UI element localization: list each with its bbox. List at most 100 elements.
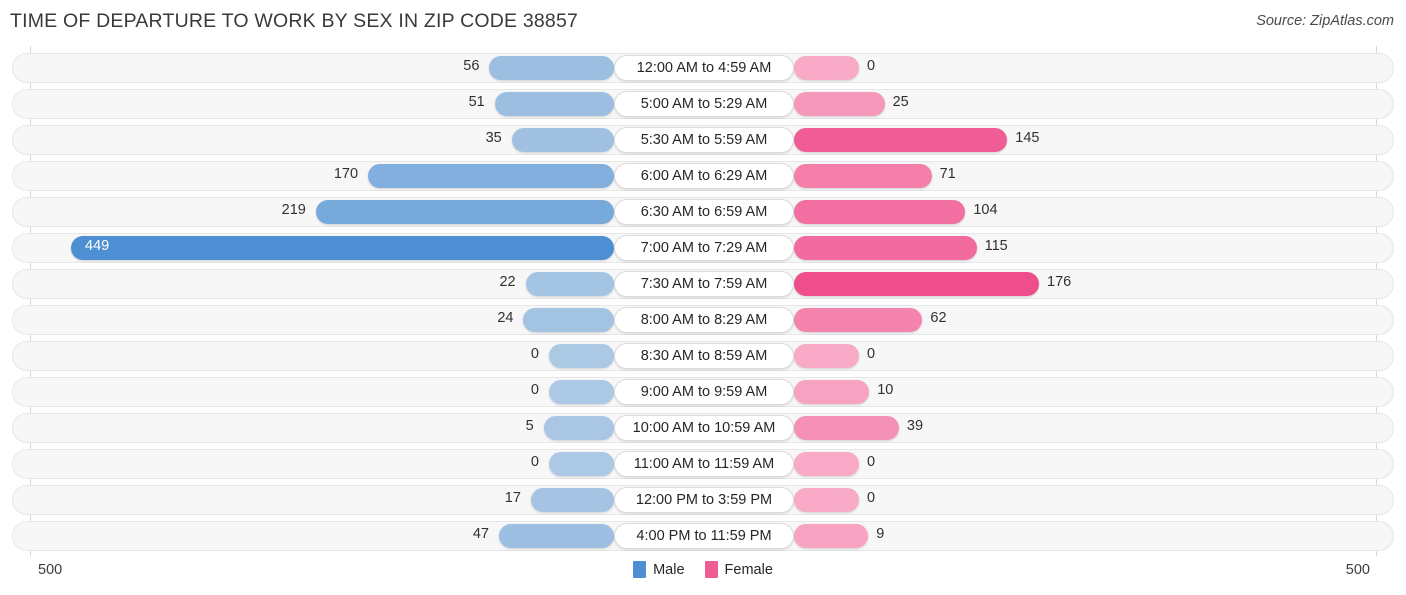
bar-female[interactable] (794, 164, 932, 188)
table-row[interactable]: 24 62 8:00 AM to 8:29 AM (12, 305, 1394, 335)
bar-female[interactable] (794, 272, 1039, 296)
bar-value-female: 0 (867, 58, 876, 74)
bar-female[interactable] (794, 488, 859, 512)
bar-value-male: 51 (468, 94, 485, 110)
category-label: 7:30 AM to 7:59 AM (640, 276, 768, 292)
bar-male[interactable] (543, 416, 614, 440)
bar-male[interactable] (549, 452, 614, 476)
bar-male[interactable] (530, 488, 614, 512)
bar-value-male: 56 (463, 58, 480, 74)
table-row[interactable]: 17 0 12:00 PM to 3:59 PM (12, 485, 1394, 515)
table-row[interactable]: 219 104 6:30 AM to 6:59 AM (12, 197, 1394, 227)
table-row[interactable]: 0 10 9:00 AM to 9:59 AM (12, 377, 1394, 407)
category-label: 5:00 AM to 5:29 AM (640, 96, 768, 112)
table-row[interactable]: 35 145 5:30 AM to 5:59 AM (12, 125, 1394, 155)
legend-item-male[interactable]: Male (633, 561, 685, 578)
bar-male[interactable] (523, 308, 614, 332)
category-label-pill[interactable]: 5:30 AM to 5:59 AM (614, 127, 794, 153)
bar-female[interactable] (794, 236, 977, 260)
category-label-pill[interactable]: 12:00 PM to 3:59 PM (614, 487, 794, 513)
table-row[interactable]: 56 0 12:00 AM to 4:59 AM (12, 53, 1394, 83)
bar-female[interactable] (794, 56, 859, 80)
table-row[interactable]: 5 39 10:00 AM to 10:59 AM (12, 413, 1394, 443)
category-label: 12:00 PM to 3:59 PM (635, 492, 773, 508)
bar-value-male: 0 (530, 346, 539, 362)
bar-value-female: 145 (1015, 130, 1040, 146)
table-row[interactable]: 47 9 4:00 PM to 11:59 PM (12, 521, 1394, 551)
bar-value-male: 47 (472, 526, 489, 542)
bar-value-male: 0 (530, 382, 539, 398)
source-attribution: Source: ZipAtlas.com (1256, 13, 1394, 29)
bar-female[interactable] (794, 344, 859, 368)
category-label: 9:00 AM to 9:59 AM (640, 384, 768, 400)
bar-value-female: 71 (939, 166, 956, 182)
axis-line-right (1376, 46, 1377, 556)
category-label-pill[interactable]: 9:00 AM to 9:59 AM (614, 379, 794, 405)
category-label-pill[interactable]: 6:00 AM to 6:29 AM (614, 163, 794, 189)
category-label-pill[interactable]: 6:30 AM to 6:59 AM (614, 199, 794, 225)
bar-male[interactable] (315, 200, 614, 224)
bar-male[interactable] (489, 56, 614, 80)
bar-male[interactable] (498, 524, 614, 548)
legend-label-male: Male (653, 561, 685, 578)
bar-value-female: 115 (984, 238, 1008, 254)
bar-female[interactable] (794, 380, 870, 404)
bar-value-male: 24 (497, 310, 514, 326)
category-label-pill[interactable]: 7:30 AM to 7:59 AM (614, 271, 794, 297)
category-label-pill[interactable]: 5:00 AM to 5:29 AM (614, 91, 794, 117)
category-label: 10:00 AM to 10:59 AM (632, 420, 776, 436)
table-row[interactable]: 170 71 6:00 AM to 6:29 AM (12, 161, 1394, 191)
bar-male[interactable] (511, 128, 614, 152)
bar-value-female: 0 (867, 454, 876, 470)
table-row[interactable]: 0 0 11:00 AM to 11:59 AM (12, 449, 1394, 479)
bar-value-male: 449 (85, 238, 110, 254)
table-row[interactable]: 22 176 7:30 AM to 7:59 AM (12, 269, 1394, 299)
table-row[interactable]: 449 115 7:00 AM to 7:29 AM (12, 233, 1394, 263)
bar-value-male: 35 (485, 130, 502, 146)
category-label: 8:30 AM to 8:59 AM (640, 348, 768, 364)
category-label: 6:30 AM to 6:59 AM (640, 204, 768, 220)
legend-swatch-female-icon (704, 561, 718, 578)
bar-value-female: 9 (876, 526, 885, 542)
bar-female[interactable] (794, 524, 869, 548)
table-row[interactable]: 0 0 8:30 AM to 8:59 AM (12, 341, 1394, 371)
axis-line-left (30, 46, 31, 556)
category-label-pill[interactable]: 4:00 PM to 11:59 PM (614, 523, 794, 549)
bar-value-male: 17 (504, 490, 521, 506)
bar-male[interactable] (368, 164, 614, 188)
bar-value-female: 25 (892, 94, 909, 110)
bar-male[interactable] (549, 344, 614, 368)
legend-item-female[interactable]: Female (704, 561, 773, 578)
bar-male[interactable] (71, 236, 614, 260)
category-label: 7:00 AM to 7:29 AM (640, 240, 768, 256)
bar-female[interactable] (794, 200, 966, 224)
bar-value-female: 62 (930, 310, 947, 326)
table-row[interactable]: 51 25 5:00 AM to 5:29 AM (12, 89, 1394, 119)
bar-female[interactable] (794, 452, 859, 476)
category-label-pill[interactable]: 11:00 AM to 11:59 AM (614, 451, 794, 477)
bar-value-female: 0 (867, 490, 876, 506)
bar-value-female: 10 (877, 382, 894, 398)
bar-value-male: 219 (281, 202, 306, 218)
category-label-pill[interactable]: 8:30 AM to 8:59 AM (614, 343, 794, 369)
category-label-pill[interactable]: 8:00 AM to 8:29 AM (614, 307, 794, 333)
page-title: TIME OF DEPARTURE TO WORK BY SEX IN ZIP … (10, 10, 579, 32)
bar-male[interactable] (549, 380, 614, 404)
bar-female[interactable] (794, 92, 885, 116)
bar-female[interactable] (794, 128, 1008, 152)
legend: Male Female (0, 561, 1406, 578)
category-label: 4:00 PM to 11:59 PM (636, 528, 772, 544)
bar-value-female: 104 (973, 202, 998, 218)
bar-value-male: 170 (333, 166, 359, 182)
category-label-pill[interactable]: 10:00 AM to 10:59 AM (614, 415, 794, 441)
category-label-pill[interactable]: 12:00 AM to 4:59 AM (614, 55, 794, 81)
bar-male[interactable] (525, 272, 614, 296)
plot-area: 56 0 12:00 AM to 4:59 AM 51 25 5:00 AM to 5:2… (0, 46, 1406, 556)
legend-label-female: Female (724, 561, 773, 578)
bar-female[interactable] (794, 416, 899, 440)
category-label: 6:00 AM to 6:29 AM (640, 168, 768, 184)
category-label-pill[interactable]: 7:00 AM to 7:29 AM (614, 235, 794, 261)
bar-male[interactable] (494, 92, 614, 116)
bar-female[interactable] (794, 308, 923, 332)
category-label: 11:00 AM to 11:59 AM (633, 456, 775, 472)
